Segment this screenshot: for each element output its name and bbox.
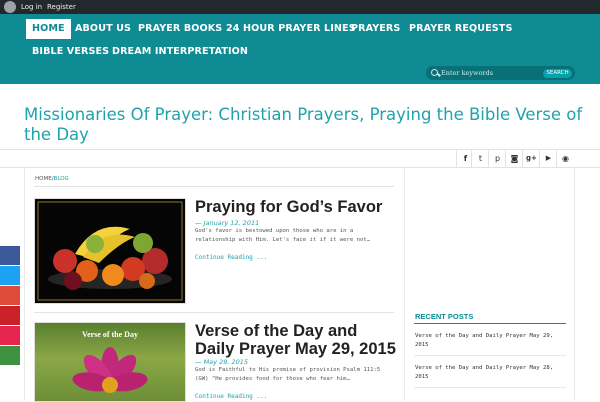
search-button[interactable]: SEARCH — [543, 69, 572, 78]
admin-bar — [0, 0, 600, 14]
divider — [414, 387, 566, 388]
rss-icon[interactable]: ◉ — [556, 150, 574, 167]
pinterest-icon[interactable]: p — [488, 150, 506, 167]
share-google-button[interactable] — [0, 286, 20, 305]
wordpress-icon[interactable] — [4, 1, 16, 13]
sidebar-divider — [404, 167, 405, 400]
recent-post-link[interactable]: Verse of the Day and Daily Prayer May 29… — [415, 332, 565, 350]
nav-bible-verses[interactable]: BIBLE VERSES — [26, 42, 115, 62]
post-date: — January 12, 2011 — [195, 219, 260, 227]
share-pinterest-button[interactable] — [0, 306, 20, 325]
nav-24-hour-prayer-lines[interactable]: 24 HOUR PRAYER LINES — [220, 19, 362, 39]
share-more-button[interactable] — [0, 346, 20, 365]
divider — [34, 186, 394, 187]
continue-reading-link[interactable]: Continue Reading ... — [195, 393, 267, 400]
site-title[interactable]: Missionaries Of Prayer: Christian Prayer… — [24, 105, 584, 145]
nav-prayers[interactable]: PRAYERS — [345, 19, 406, 39]
breadcrumb-current: BLOG — [53, 176, 69, 182]
search-input[interactable] — [441, 67, 539, 79]
post-thumbnail-fruit[interactable] — [34, 198, 186, 304]
breadcrumb-home[interactable]: HOME — [35, 176, 52, 182]
share-twitter-button[interactable] — [0, 266, 20, 285]
divider — [34, 312, 394, 313]
divider — [414, 323, 566, 324]
nav-dream-interpretation[interactable]: DREAM INTERPRETATION — [106, 42, 254, 62]
post-excerpt: God is Faithful to His promise of provis… — [195, 367, 381, 382]
register-link[interactable]: Register — [47, 0, 76, 14]
nav-home[interactable]: HOME — [26, 19, 71, 39]
nav-prayer-requests[interactable]: PRAYER REQUESTS — [403, 19, 518, 39]
youtube-icon[interactable]: ▶ — [539, 150, 557, 167]
post-excerpt: God's favor is bestowed upon those who a… — [195, 228, 371, 243]
divider — [414, 355, 566, 356]
google-plus-icon[interactable]: g+ — [522, 150, 540, 167]
post-date: — May 29, 2015 — [195, 358, 249, 366]
nav-about-us[interactable]: ABOUT US — [69, 19, 137, 39]
post-title[interactable]: Praying for God’s Favor — [195, 198, 400, 216]
instagram-icon[interactable]: ◙ — [505, 150, 523, 167]
twitter-icon[interactable]: t — [471, 150, 489, 167]
post-title[interactable]: Verse of the Day and Daily Prayer May 29… — [195, 322, 400, 358]
recent-post-link[interactable]: Verse of the Day and Daily Prayer May 28… — [415, 364, 565, 382]
image-caption: Verse of the Day — [82, 330, 138, 339]
login-link[interactable]: Log in — [21, 0, 42, 14]
content-border — [574, 167, 575, 400]
content-border — [24, 167, 25, 400]
divider — [0, 167, 600, 168]
fruit-bowl-image — [37, 201, 183, 301]
share-facebook-button[interactable] — [0, 246, 20, 265]
recent-posts-title: RECENT POSTS — [415, 312, 474, 321]
nav-prayer-books[interactable]: PRAYER BOOKS — [132, 19, 228, 39]
share-email-button[interactable] — [0, 326, 20, 345]
breadcrumb: HOME/BLOG — [35, 176, 69, 182]
continue-reading-link[interactable]: Continue Reading ... — [195, 254, 267, 261]
